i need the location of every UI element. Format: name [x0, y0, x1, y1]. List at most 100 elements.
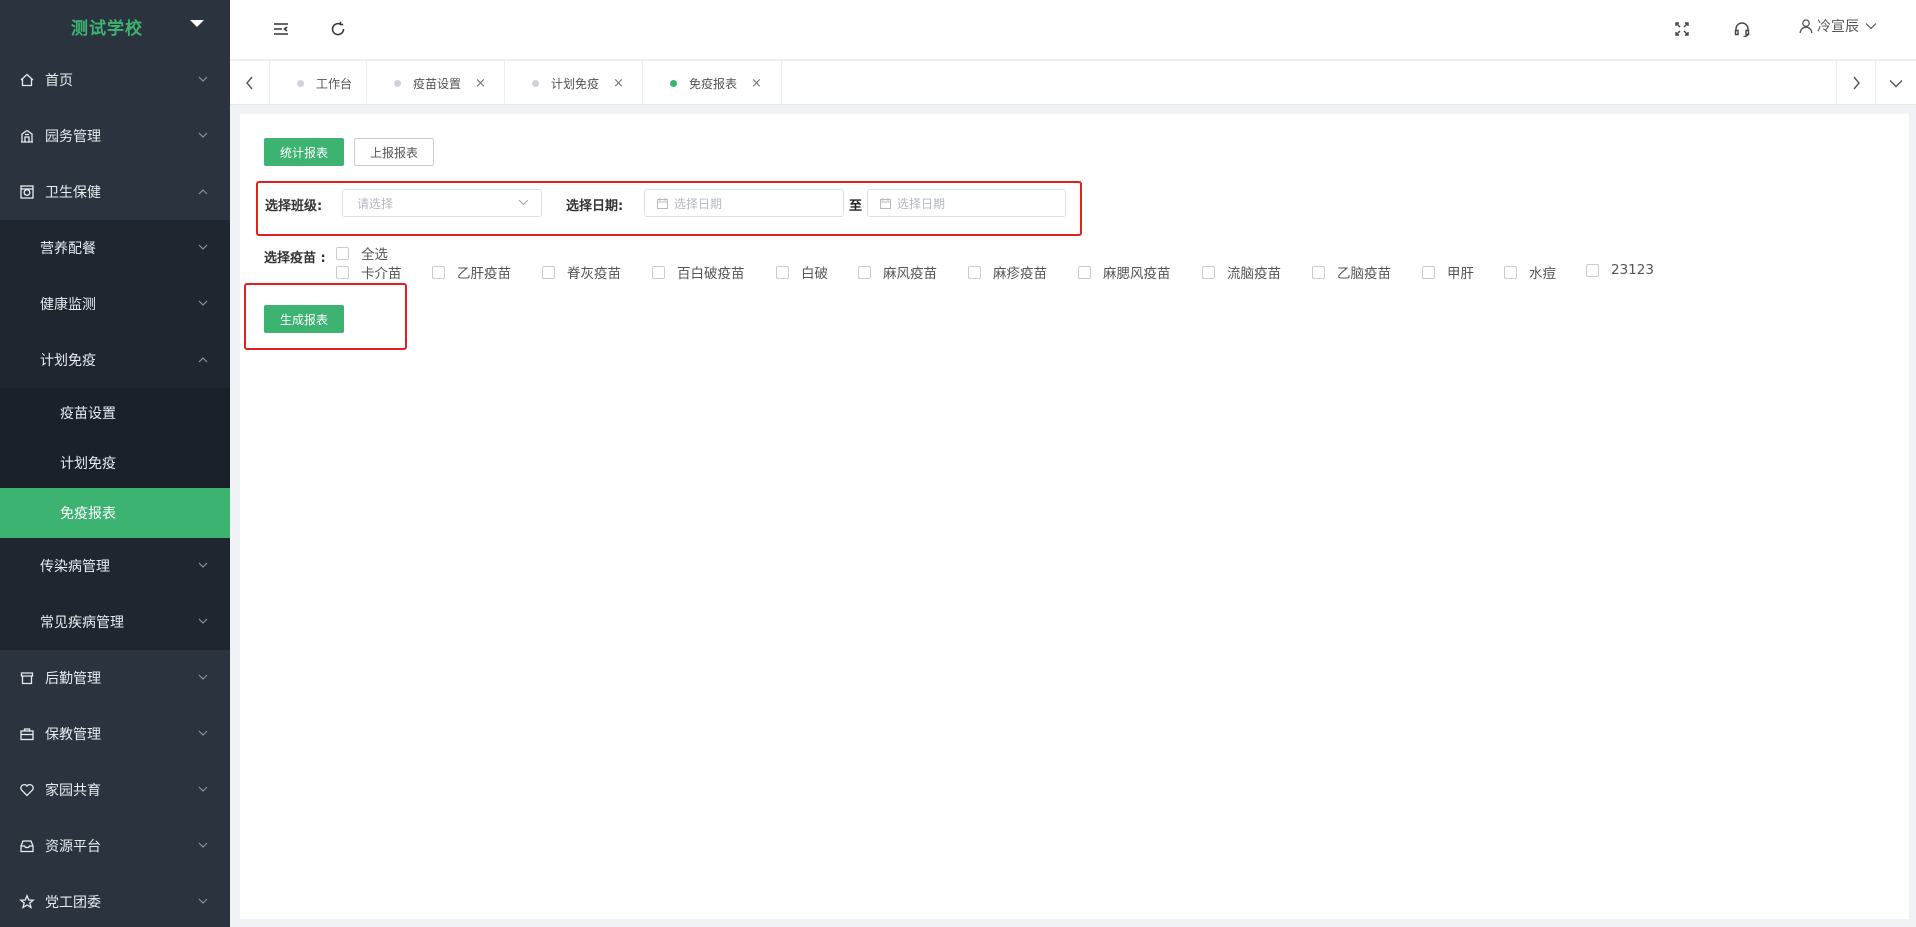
sidebar-item-home[interactable]: 首页	[0, 52, 230, 108]
school-name: 测试学校	[71, 18, 143, 39]
sidebar-item-label: 计划免疫	[60, 456, 116, 472]
tab-status-dot	[394, 79, 401, 87]
checkbox-label: 水痘	[1529, 266, 1556, 282]
tab-label: 免疫报表	[689, 76, 738, 91]
close-icon[interactable]: ×	[613, 76, 624, 91]
tab-status-dot	[297, 79, 304, 87]
sidebar-item-label: 疫苗设置	[60, 406, 116, 422]
vaccine-checkbox[interactable]: 水痘	[1504, 262, 1556, 282]
user-icon	[1799, 19, 1813, 34]
chevron-down-icon	[198, 618, 208, 625]
sidebar-item-health[interactable]: 卫生保健	[0, 164, 230, 220]
sidebar-item-health-monitor[interactable]: 健康监测	[0, 276, 230, 332]
close-icon[interactable]: ×	[751, 76, 762, 91]
tab-immunization-report[interactable]: 免疫报表 ×	[644, 61, 782, 105]
inbox-icon	[18, 837, 36, 855]
safe-icon	[18, 183, 36, 201]
sidebar-item-label: 家园共育	[45, 783, 101, 799]
tabs-scroll-right[interactable]	[1836, 61, 1876, 105]
chevron-up-icon	[198, 188, 208, 195]
menu-fold-icon[interactable]	[270, 18, 292, 40]
stats-report-button[interactable]: 统计报表	[264, 138, 344, 166]
checkbox-box	[542, 265, 555, 279]
chevron-down-icon	[198, 132, 208, 139]
checkbox-label: 流脑疫苗	[1227, 266, 1281, 282]
chevron-down-icon	[1889, 79, 1903, 87]
tab-label: 工作台	[316, 76, 353, 91]
heart-icon	[18, 781, 36, 799]
user-menu[interactable]: 冷宣辰	[1798, 16, 1880, 36]
sidebar-item-affairs[interactable]: 园务管理	[0, 108, 230, 164]
vaccine-checkbox[interactable]: 卡介苗	[336, 262, 402, 282]
highlight-box	[244, 283, 407, 350]
tab-label: 疫苗设置	[413, 76, 462, 91]
vaccine-checkbox[interactable]: 脊灰疫苗	[542, 262, 621, 282]
vaccine-checkbox[interactable]: 麻疹疫苗	[968, 262, 1047, 282]
sidebar-item-common-disease[interactable]: 常见疾病管理	[0, 594, 230, 650]
sidebar-item-label: 健康监测	[40, 297, 96, 313]
checkbox-box	[1504, 265, 1517, 279]
sidebar-item-logistics[interactable]: 后勤管理	[0, 650, 230, 706]
sidebar-item-label: 园务管理	[45, 129, 101, 145]
brand-header[interactable]: 测试学校	[0, 0, 230, 52]
select-all-checkbox[interactable]: 全选	[336, 243, 388, 263]
close-icon[interactable]: ×	[475, 76, 486, 91]
checkbox-box	[1202, 265, 1215, 279]
sidebar-item-plan-immunization[interactable]: 计划免疫	[0, 438, 230, 488]
user-name: 冷宣辰	[1817, 19, 1859, 35]
chevron-down-icon	[198, 786, 208, 793]
chevron-down-icon	[198, 562, 208, 569]
tab-plan-immunization[interactable]: 计划免疫 ×	[506, 61, 643, 105]
vaccine-checkbox[interactable]: 白破	[776, 262, 828, 282]
checkbox-box	[776, 265, 789, 279]
checkbox-box	[1422, 265, 1435, 279]
vaccine-checkbox[interactable]: 乙肝疫苗	[432, 262, 511, 282]
checkbox-label: 23123	[1611, 262, 1654, 278]
top-header: 冷宣辰	[230, 0, 1916, 60]
sidebar-item-education[interactable]: 保教管理	[0, 706, 230, 762]
sidebar-item-label: 保教管理	[45, 727, 101, 743]
checkbox-box	[336, 246, 349, 260]
checkbox-box	[652, 265, 665, 279]
checkbox-label: 乙肝疫苗	[457, 266, 511, 282]
sidebar-item-label: 后勤管理	[45, 671, 101, 687]
vaccine-checkbox[interactable]: 甲肝	[1422, 262, 1474, 282]
tabs-scroll-left[interactable]	[230, 61, 270, 105]
chevron-down-icon	[198, 300, 208, 307]
checkbox-box	[336, 265, 349, 279]
sidebar-item-immunization-report[interactable]: 免疫报表	[0, 488, 230, 538]
chevron-down-icon	[198, 76, 208, 83]
checkbox-box	[968, 265, 981, 279]
vaccine-checkbox[interactable]: 23123	[1586, 262, 1654, 278]
vaccine-checkbox[interactable]: 麻风疫苗	[858, 262, 937, 282]
checkbox-label: 百白破疫苗	[677, 266, 745, 282]
sidebar-item-home-school[interactable]: 家园共育	[0, 762, 230, 818]
sidebar-item-vaccine-settings[interactable]: 疫苗设置	[0, 388, 230, 438]
tabs-more[interactable]	[1876, 61, 1916, 105]
refresh-icon[interactable]	[327, 18, 349, 40]
vaccine-checkbox[interactable]: 百白破疫苗	[652, 262, 745, 282]
sidebar-item-immunization[interactable]: 计划免疫	[0, 332, 230, 388]
sidebar-item-infectious[interactable]: 传染病管理	[0, 538, 230, 594]
vaccine-checkbox[interactable]: 麻腮风疫苗	[1078, 262, 1171, 282]
vaccine-checkbox[interactable]: 乙脑疫苗	[1312, 262, 1391, 282]
sidebar-item-party[interactable]: 党工团委	[0, 874, 230, 927]
sidebar-item-nutrition[interactable]: 营养配餐	[0, 220, 230, 276]
chevron-up-icon	[198, 356, 208, 363]
headset-icon[interactable]	[1731, 18, 1753, 40]
tab-vaccine-settings[interactable]: 疫苗设置 ×	[368, 61, 505, 105]
sidebar-item-resources[interactable]: 资源平台	[0, 818, 230, 874]
vaccine-checkbox[interactable]: 流脑疫苗	[1202, 262, 1281, 282]
fullscreen-icon[interactable]	[1671, 18, 1693, 40]
checkbox-box	[1312, 265, 1325, 279]
chevron-down-icon	[198, 244, 208, 251]
checkbox-label: 卡介苗	[361, 266, 402, 282]
tab-status-dot	[670, 79, 677, 87]
sidebar: 测试学校 首页 园务管理 卫生保健 营养配餐 健康监测 计划免疫 疫苗设置 计划…	[0, 0, 230, 927]
checkbox-label: 脊灰疫苗	[567, 266, 621, 282]
health-submenu: 营养配餐 健康监测 计划免疫 疫苗设置 计划免疫 免疫报表 传染病管理 常见疾病…	[0, 220, 230, 650]
upload-report-button[interactable]: 上报报表	[354, 138, 434, 166]
sidebar-item-label: 传染病管理	[40, 559, 110, 575]
tab-workbench[interactable]: 工作台	[271, 61, 367, 105]
caret-down-icon[interactable]	[190, 20, 204, 27]
